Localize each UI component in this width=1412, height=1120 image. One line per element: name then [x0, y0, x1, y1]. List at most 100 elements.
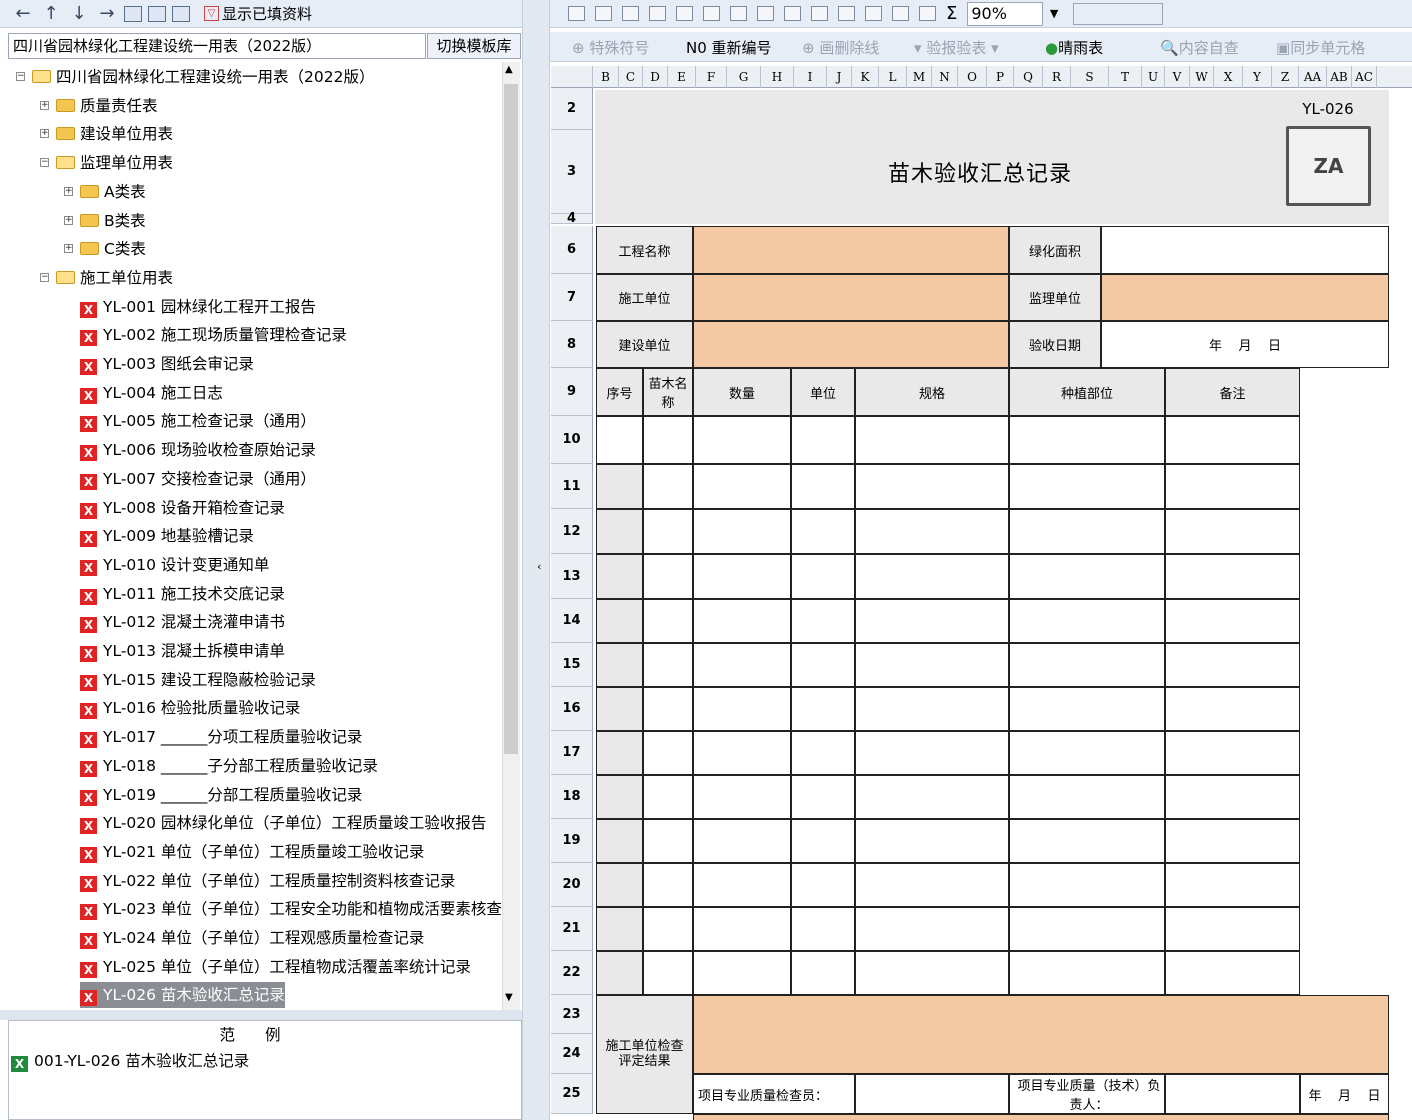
- line-style-select[interactable]: [1073, 2, 1164, 25]
- row-header-cell[interactable]: 11: [551, 464, 593, 509]
- table-row-cell[interactable]: [693, 863, 791, 907]
- table-row-cell[interactable]: [1009, 599, 1165, 643]
- column-header-cell[interactable]: M: [907, 66, 932, 88]
- row-header-cell[interactable]: 9: [551, 368, 593, 416]
- table-header-cell[interactable]: 苗木名称: [643, 368, 693, 416]
- table-row-cell[interactable]: [596, 416, 643, 464]
- table-row-cell[interactable]: [693, 775, 791, 819]
- row-header-cell[interactable]: 14: [551, 599, 593, 643]
- column-header-cell[interactable]: V: [1165, 66, 1190, 88]
- column-header-cell[interactable]: B: [593, 66, 619, 88]
- construction-unit-label[interactable]: 施工单位: [596, 274, 693, 321]
- table-row-cell[interactable]: [1009, 951, 1165, 995]
- table-row-cell[interactable]: [643, 464, 693, 509]
- tree-item[interactable]: X YL-010 设计变更通知单: [80, 552, 269, 578]
- table-row-cell[interactable]: [1009, 731, 1165, 775]
- column-header-cell[interactable]: T: [1109, 66, 1142, 88]
- expand-toggle-icon[interactable]: +: [64, 215, 73, 225]
- formula-icon[interactable]: [919, 6, 936, 21]
- sync-cells-button[interactable]: ▣同步单元格: [1276, 37, 1365, 58]
- table-row-cell[interactable]: [855, 509, 1009, 554]
- table-row-cell[interactable]: [643, 554, 693, 599]
- supervision-unit-input[interactable]: [1101, 274, 1389, 321]
- tree-item[interactable]: X YL-023 单位（子单位）工程安全功能和植物成活要素核查: [80, 896, 502, 922]
- column-header-cell[interactable]: K: [852, 66, 879, 88]
- table-row-cell[interactable]: [693, 416, 791, 464]
- table-row-cell[interactable]: [855, 951, 1009, 995]
- tree-item[interactable]: X YL-016 检验批质量验收记录: [80, 695, 300, 721]
- row-header-cell[interactable]: 23: [551, 995, 593, 1034]
- tree-item[interactable]: X YL-025 单位（子单位）工程植物成活覆盖率统计记录: [80, 954, 471, 980]
- tree-item[interactable]: X YL-008 设备开箱检查记录: [80, 495, 285, 521]
- weather-button[interactable]: ●晴雨表: [1045, 37, 1103, 58]
- table-row-cell[interactable]: [643, 416, 693, 464]
- table-row-cell[interactable]: [1165, 509, 1300, 554]
- table-row-cell[interactable]: [1165, 687, 1300, 731]
- table-row-cell[interactable]: [596, 554, 643, 599]
- list-icon[interactable]: [811, 6, 828, 21]
- copy-icon[interactable]: [148, 5, 166, 22]
- column-header-cell[interactable]: F: [696, 66, 727, 88]
- column-header-cell[interactable]: P: [987, 66, 1014, 88]
- save-icon[interactable]: [757, 6, 774, 21]
- row-header-cell[interactable]: 21: [551, 907, 593, 951]
- table-header-cell[interactable]: 规格: [855, 368, 1009, 416]
- up-arrow-icon[interactable]: ↑: [40, 3, 62, 24]
- table-row-cell[interactable]: [693, 509, 791, 554]
- table-row-cell[interactable]: [643, 951, 693, 995]
- row-header-cell[interactable]: 19: [551, 819, 593, 863]
- table-row-cell[interactable]: [643, 599, 693, 643]
- table-row-cell[interactable]: [1009, 509, 1165, 554]
- form-code[interactable]: YL-026: [1267, 96, 1389, 122]
- table-row-cell[interactable]: [855, 863, 1009, 907]
- table-row-cell[interactable]: [596, 464, 643, 509]
- expand-toggle-icon[interactable]: +: [40, 100, 49, 110]
- tree-item[interactable]: X YL-017 ______分项工程质量验收记录: [80, 724, 362, 750]
- report-verify-button[interactable]: ▾ 验报验表 ▾: [914, 37, 999, 58]
- table-row-cell[interactable]: [1009, 554, 1165, 599]
- table-icon[interactable]: [124, 5, 142, 22]
- table-row-cell[interactable]: [855, 554, 1009, 599]
- table-row-cell[interactable]: [791, 554, 855, 599]
- sum-icon[interactable]: Σ: [946, 3, 957, 24]
- table-row-cell[interactable]: [693, 464, 791, 509]
- tree-item[interactable]: X YL-002 施工现场质量管理检查记录: [80, 322, 347, 348]
- table-row-cell[interactable]: [855, 464, 1009, 509]
- accept-date-input[interactable]: 年 月 日: [1101, 321, 1389, 368]
- tree-item[interactable]: X YL-022 单位（子单位）工程质量控制资料核查记录: [80, 868, 455, 894]
- border-icon[interactable]: [676, 6, 693, 21]
- expand-toggle-icon[interactable]: +: [64, 244, 73, 254]
- row-header-cell[interactable]: 17: [551, 731, 593, 775]
- vertical-divider[interactable]: ‹: [522, 0, 550, 1120]
- project-name-label[interactable]: 工程名称: [596, 226, 693, 274]
- tree-scrollbar-thumb[interactable]: [504, 84, 518, 754]
- table-row-cell[interactable]: [1009, 863, 1165, 907]
- table-row-cell[interactable]: [855, 819, 1009, 863]
- row-header-cell[interactable]: 4: [551, 212, 593, 225]
- table-row-cell[interactable]: [596, 819, 643, 863]
- column-header-cell[interactable]: H: [761, 66, 794, 88]
- table-row-cell[interactable]: [643, 687, 693, 731]
- table-row-cell[interactable]: [596, 687, 643, 731]
- table-row-cell[interactable]: [855, 416, 1009, 464]
- tree-folder[interactable]: 质量责任表: [56, 93, 158, 119]
- table-row-cell[interactable]: [1165, 951, 1300, 995]
- tree-item[interactable]: X YL-020 园林绿化单位（子单位）工程质量竣工验收报告: [80, 810, 486, 836]
- table-header-cell[interactable]: 数量: [693, 368, 791, 416]
- tree-subfolder[interactable]: A类表: [80, 179, 146, 205]
- back-arrow-icon[interactable]: ←: [12, 3, 34, 24]
- tree-folder[interactable]: 建设单位用表: [56, 121, 173, 147]
- column-header-cell[interactable]: U: [1142, 66, 1165, 88]
- form-logo[interactable]: ZA: [1286, 126, 1371, 206]
- row-header-cell[interactable]: 2: [551, 88, 593, 130]
- table-row-cell[interactable]: [791, 509, 855, 554]
- tree-item[interactable]: X YL-024 单位（子单位）工程观感质量检查记录: [80, 925, 424, 951]
- tree-item[interactable]: X YL-001 园林绿化工程开工报告: [80, 294, 316, 320]
- row-header-cell[interactable]: 24: [551, 1034, 593, 1074]
- tree-item[interactable]: X YL-018 ______子分部工程质量验收记录: [80, 753, 378, 779]
- table-row-cell[interactable]: [1009, 464, 1165, 509]
- table-row-cell[interactable]: [643, 509, 693, 554]
- renumber-button[interactable]: N0 重新编号: [686, 37, 772, 58]
- template-combo[interactable]: 四川省园林绿化工程建设统一用表（2022版）: [8, 33, 426, 59]
- table-row-cell[interactable]: [855, 687, 1009, 731]
